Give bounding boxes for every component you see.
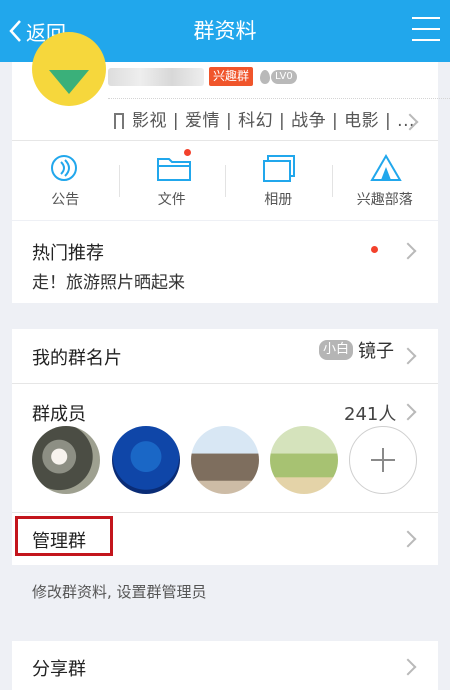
dotted-divider — [108, 98, 450, 99]
album-icon — [262, 153, 296, 183]
group-tags[interactable]: 影视 | 爱情 | 科幻 | 战争 | 电影 | ... — [132, 108, 415, 134]
my-nickname: 镜子 — [358, 341, 394, 362]
announcement-icon — [49, 153, 81, 183]
share-group-title: 分享群 — [32, 659, 86, 680]
menu-icon[interactable] — [412, 17, 440, 43]
files-new-dot — [183, 149, 191, 156]
share-chevron-icon — [399, 658, 417, 676]
manage-chevron-icon — [399, 530, 417, 548]
manage-group-hint: 修改群资料, 设置群管理员 — [32, 583, 207, 601]
files-button[interactable]: 文件 — [118, 141, 226, 220]
group-avatar — [32, 32, 106, 106]
tribe-button[interactable]: 兴趣部落 — [331, 141, 439, 220]
group-name-blurred — [108, 68, 204, 86]
tribe-icon — [369, 153, 402, 183]
files-label: 文件 — [157, 192, 186, 208]
hot-chevron-icon — [399, 242, 417, 260]
my-group-card-row[interactable]: 我的群名片 小白 镜子 — [12, 329, 438, 383]
action-bar: 公告 文件 相册 兴趣部落 — [12, 140, 438, 220]
announcement-label: 公告 — [51, 192, 80, 208]
bookmark-icon — [114, 113, 124, 129]
hot-recommend-title: 热门推荐 — [32, 243, 104, 264]
member-avatar[interactable] — [112, 426, 180, 494]
folder-icon — [156, 149, 191, 183]
member-avatar[interactable] — [191, 426, 259, 494]
flame-icon — [260, 69, 270, 84]
interest-group-badge: 兴趣群 — [209, 67, 254, 86]
member-avatar[interactable] — [270, 426, 338, 494]
add-member-button[interactable] — [349, 426, 417, 494]
member-avatar[interactable] — [32, 426, 100, 494]
hot-recommend-row[interactable]: 热门推荐 走！旅游照片晒起来 — [12, 221, 438, 303]
rank-badge: 小白 — [319, 340, 354, 360]
members-chevron-icon — [399, 403, 417, 421]
highlight-box — [15, 516, 113, 556]
hot-recommend-subtitle: 走！旅游照片晒起来 — [32, 273, 185, 293]
members-section: 群成员 241人 — [12, 384, 438, 512]
album-button[interactable]: 相册 — [225, 141, 332, 220]
members-count[interactable]: 241人 — [344, 400, 396, 426]
announcement-button[interactable]: 公告 — [12, 141, 119, 220]
level-badge: LV0 — [260, 68, 297, 85]
card-chevron-icon — [399, 347, 417, 365]
members-title: 群成员 — [32, 404, 86, 425]
tribe-label: 兴趣部落 — [356, 192, 413, 208]
share-group-row[interactable]: 分享群 — [12, 641, 438, 690]
album-label: 相册 — [264, 192, 293, 208]
hot-new-dot — [371, 246, 378, 253]
my-group-card-title: 我的群名片 — [32, 348, 122, 369]
